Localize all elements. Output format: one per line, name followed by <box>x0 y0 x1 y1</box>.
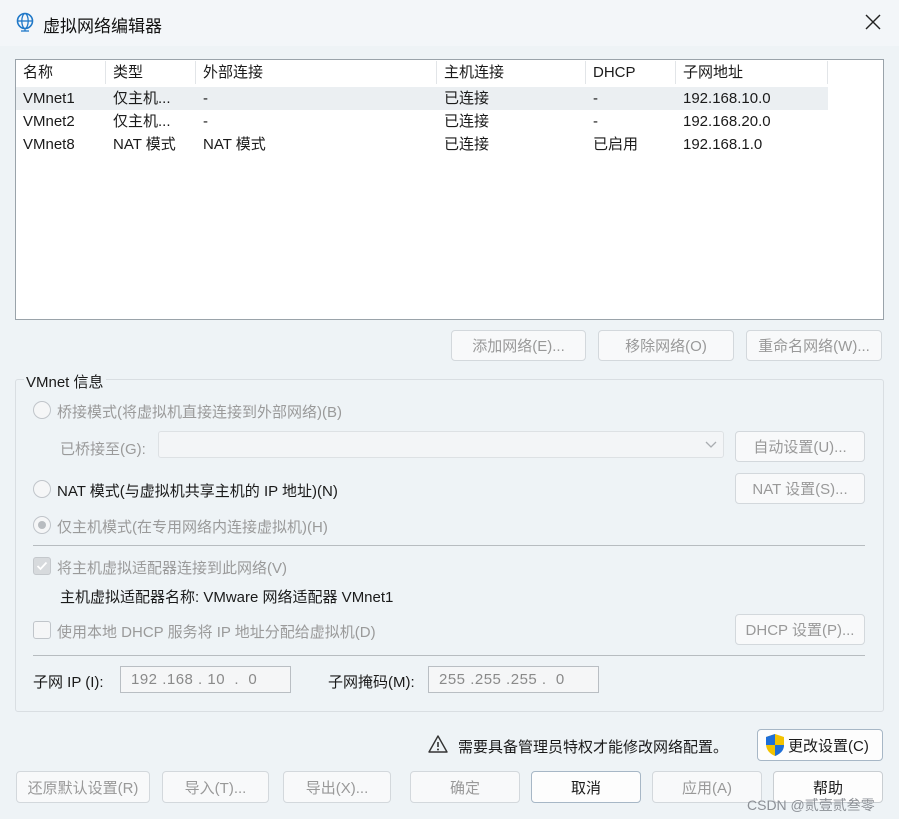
subnet-mask-label: 子网掩码(M): <box>328 674 415 691</box>
cell-external: - <box>203 113 208 130</box>
auto-settings-button[interactable]: 自动设置(U)... <box>735 431 865 462</box>
ok-button[interactable]: 确定 <box>410 771 520 803</box>
list-header: 名称 类型 外部连接 主机连接 DHCP 子网地址 <box>16 61 828 84</box>
uac-shield-icon <box>766 734 784 756</box>
cell-host: 已连接 <box>444 136 490 153</box>
close-button[interactable] <box>852 4 894 40</box>
cell-type: 仅主机... <box>113 113 171 130</box>
checkmark-icon <box>36 561 48 571</box>
bridged-mode-radio[interactable] <box>33 401 51 419</box>
rename-network-button[interactable]: 重命名网络(W)... <box>746 330 882 361</box>
cell-dhcp: - <box>593 90 598 107</box>
restore-defaults-button[interactable]: 还原默认设置(R) <box>16 771 150 803</box>
cell-name: VMnet8 <box>23 136 75 153</box>
table-row[interactable]: VMnet2 仅主机... - 已连接 - 192.168.20.0 <box>16 110 828 133</box>
cell-external: NAT 模式 <box>203 136 266 153</box>
watermark-text: CSDN @贰壹贰叁零 <box>747 797 875 813</box>
connect-adapter-label: 将主机虚拟适配器连接到此网络(V) <box>57 560 287 577</box>
column-header[interactable]: 类型 <box>106 61 196 84</box>
cell-name: VMnet2 <box>23 113 75 130</box>
cell-host: 已连接 <box>444 90 490 107</box>
table-row[interactable]: VMnet1 仅主机... - 已连接 - 192.168.10.0 <box>16 87 828 110</box>
subnet-ip-label: 子网 IP (I): <box>33 674 104 691</box>
hostonly-mode-radio[interactable] <box>33 516 51 534</box>
cell-type: NAT 模式 <box>113 136 176 153</box>
cell-name: VMnet1 <box>23 90 75 107</box>
table-row[interactable]: VMnet8 NAT 模式 NAT 模式 已连接 已启用 192.168.1.0 <box>16 133 828 156</box>
column-header[interactable]: DHCP <box>586 61 676 84</box>
dhcp-checkbox[interactable] <box>33 621 51 639</box>
bridged-mode-label: 桥接模式(将虚拟机直接连接到外部网络)(B) <box>57 404 342 421</box>
column-header[interactable]: 子网地址 <box>676 61 828 84</box>
globe-network-icon <box>15 12 35 32</box>
remove-network-button[interactable]: 移除网络(O) <box>598 330 734 361</box>
cell-dhcp: - <box>593 113 598 130</box>
apply-button[interactable]: 应用(A) <box>652 771 762 803</box>
bridged-to-label: 已桥接至(G): <box>60 441 146 458</box>
chevron-down-icon <box>705 441 717 448</box>
network-list[interactable]: 名称 类型 外部连接 主机连接 DHCP 子网地址 VMnet1 仅主机... … <box>15 59 884 320</box>
change-settings-button[interactable]: 更改设置(C) <box>757 729 883 761</box>
window-title: 虚拟网络编辑器 <box>43 17 162 36</box>
column-header[interactable]: 主机连接 <box>437 61 586 84</box>
dhcp-label: 使用本地 DHCP 服务将 IP 地址分配给虚拟机(D) <box>57 624 376 641</box>
cell-dhcp: 已启用 <box>593 136 639 153</box>
cell-type: 仅主机... <box>113 90 171 107</box>
column-header[interactable]: 外部连接 <box>196 61 437 84</box>
add-network-button[interactable]: 添加网络(E)... <box>451 330 586 361</box>
cell-external: - <box>203 90 208 107</box>
change-settings-label: 更改设置(C) <box>788 737 869 755</box>
cell-subnet: 192.168.20.0 <box>683 113 771 130</box>
cell-host: 已连接 <box>444 113 490 130</box>
column-header[interactable]: 名称 <box>16 61 106 84</box>
cell-subnet: 192.168.10.0 <box>683 90 771 107</box>
adapter-name-text: 主机虚拟适配器名称: VMware 网络适配器 VMnet1 <box>60 589 394 606</box>
export-button[interactable]: 导出(X)... <box>283 771 391 803</box>
import-button[interactable]: 导入(T)... <box>162 771 269 803</box>
cell-subnet: 192.168.1.0 <box>683 136 763 153</box>
subnet-mask-input[interactable]: 255 .255 .255 . 0 <box>428 666 599 693</box>
divider <box>33 545 865 546</box>
connect-adapter-checkbox[interactable] <box>33 557 51 575</box>
cancel-button[interactable]: 取消 <box>531 771 641 803</box>
warning-triangle-icon <box>428 734 448 754</box>
vmnet-info-legend: VMnet 信息 <box>24 371 106 392</box>
admin-message: 需要具备管理员特权才能修改网络配置。 <box>458 739 729 756</box>
bridged-to-select[interactable] <box>158 431 724 458</box>
hostonly-mode-label: 仅主机模式(在专用网络内连接虚拟机)(H) <box>57 519 328 536</box>
subnet-ip-input[interactable]: 192 .168 . 10 . 0 <box>120 666 291 693</box>
nat-settings-button[interactable]: NAT 设置(S)... <box>735 473 865 504</box>
nat-mode-radio[interactable] <box>33 480 51 498</box>
close-icon <box>865 14 881 30</box>
dhcp-settings-button[interactable]: DHCP 设置(P)... <box>735 614 865 645</box>
divider <box>33 655 865 656</box>
nat-mode-label: NAT 模式(与虚拟机共享主机的 IP 地址)(N) <box>57 483 338 500</box>
